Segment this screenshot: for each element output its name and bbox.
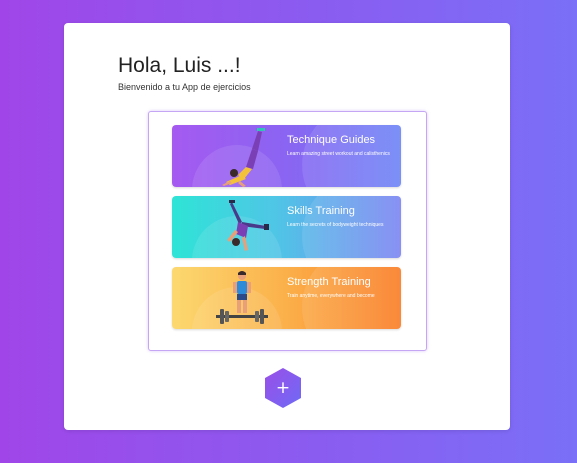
main-card: Hola, Luis ...! Bienvenido a tu App de e… xyxy=(64,23,510,430)
handstand-figure-icon xyxy=(222,128,265,187)
guide-description: Learn amazing street workout and calisth… xyxy=(287,151,390,157)
weightlifter-figure-icon xyxy=(216,271,268,324)
guide-title: Strength Training xyxy=(287,276,371,288)
greeting-title: Hola, Luis ...! xyxy=(118,54,241,77)
guide-title: Skills Training xyxy=(287,205,355,217)
technique-guides-card[interactable]: Technique Guides Learn amazing street wo… xyxy=(172,125,401,187)
guide-title: Technique Guides xyxy=(287,134,376,146)
guides-panel: Technique Guides Learn amazing street wo… xyxy=(148,111,427,351)
welcome-subtitle: Bienvenido a tu App de ejercicios xyxy=(118,82,251,92)
plus-icon: + xyxy=(275,378,291,398)
strength-training-card[interactable]: Strength Training Train anytime, everywh… xyxy=(172,267,401,329)
guide-description: Learn the secrets of bodyweight techniqu… xyxy=(287,222,384,228)
add-button[interactable]: + xyxy=(264,367,302,409)
skills-training-card[interactable]: Skills Training Learn the secrets of bod… xyxy=(172,196,401,258)
guide-description: Train anytime, everywhere and become xyxy=(287,293,375,299)
cartwheel-figure-icon xyxy=(227,200,269,251)
